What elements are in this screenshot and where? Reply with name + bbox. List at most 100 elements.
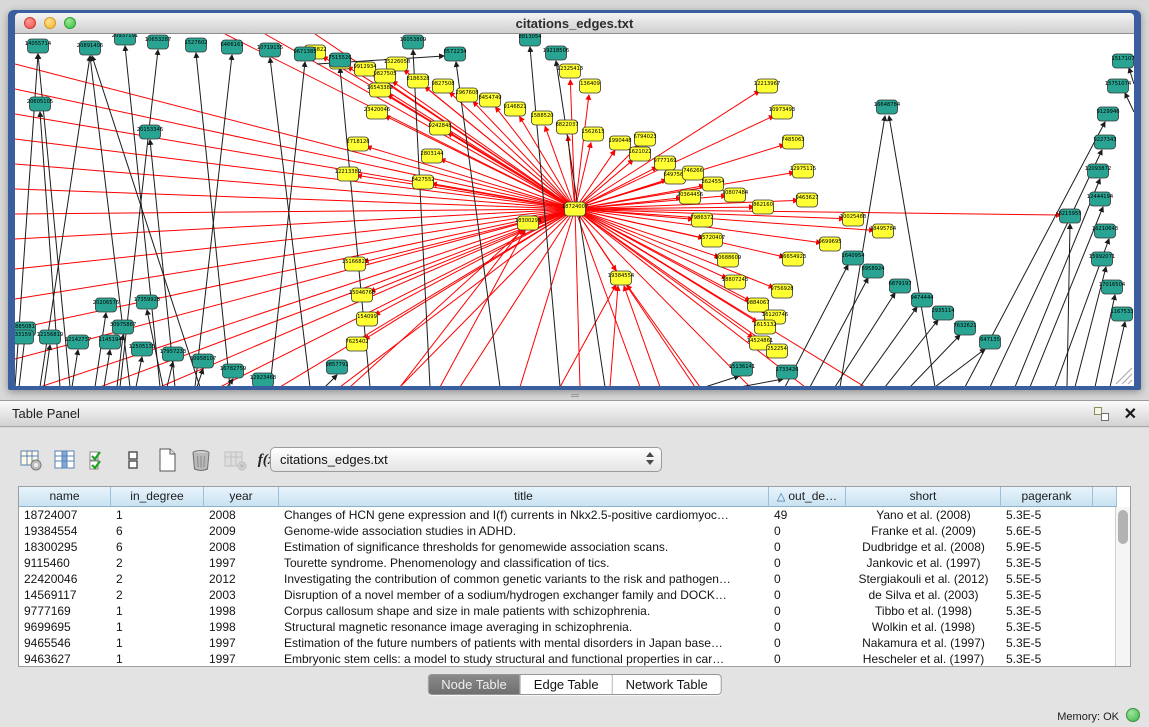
network-graph[interactable]: 1872400776638228860128991293415226058982…: [15, 34, 1134, 386]
vertical-scrollbar[interactable]: [1115, 507, 1130, 666]
table-row[interactable]: 977716911998Corpus callosum shape and si…: [19, 603, 1130, 619]
table-cell[interactable]: 1: [111, 603, 204, 619]
table-cell[interactable]: 1: [111, 651, 204, 667]
table-cell[interactable]: Jankovic et al. (1997): [846, 555, 1001, 571]
table-cell[interactable]: 0: [769, 619, 846, 635]
table-cell[interactable]: Wolkin et al. (1998): [846, 619, 1001, 635]
table-cell[interactable]: 5.5E-5: [1001, 571, 1093, 587]
column-header-in_degree[interactable]: in_degree: [111, 487, 204, 507]
column-header-name[interactable]: name: [19, 487, 111, 507]
table-cell[interactable]: 0: [769, 523, 846, 539]
select-rows-icon[interactable]: [84, 446, 114, 474]
table-cell[interactable]: [1093, 523, 1117, 539]
table-cell[interactable]: 2009: [204, 523, 279, 539]
table-cell[interactable]: 5.3E-5: [1001, 587, 1093, 603]
table-cell[interactable]: [1093, 651, 1117, 667]
table-cell[interactable]: Hescheler et al. (1997): [846, 651, 1001, 667]
row-height-icon[interactable]: [118, 446, 148, 474]
table-cell[interactable]: 2: [111, 587, 204, 603]
table-select-dropdown[interactable]: citations_edges.txt: [270, 447, 662, 472]
table-cell[interactable]: 5.3E-5: [1001, 635, 1093, 651]
table-row[interactable]: 1872400712008Changes of HCN gene express…: [19, 507, 1130, 523]
table-cell[interactable]: 0: [769, 587, 846, 603]
table-cell[interactable]: Embryonic stem cells: a model to study s…: [279, 651, 769, 667]
table-cell[interactable]: Yano et al. (2008): [846, 507, 1001, 523]
table-cell[interactable]: 1997: [204, 635, 279, 651]
table-cell[interactable]: 1: [111, 507, 204, 523]
zoom-window-button[interactable]: [64, 17, 76, 29]
table-cell[interactable]: 1998: [204, 603, 279, 619]
table-cell[interactable]: Corpus callosum shape and size in male p…: [279, 603, 769, 619]
table-cell[interactable]: Stergiakouli et al. (2012): [846, 571, 1001, 587]
table-cell[interactable]: Structural magnetic resonance image aver…: [279, 619, 769, 635]
table-cell[interactable]: 0: [769, 555, 846, 571]
column-header-filler[interactable]: [1093, 487, 1117, 507]
table-cell[interactable]: 18300295: [19, 539, 111, 555]
table-cell[interactable]: 0: [769, 603, 846, 619]
table-cell[interactable]: Dudbridge et al. (2008): [846, 539, 1001, 555]
tab-node-table[interactable]: Node Table: [428, 675, 520, 694]
tab-network-table[interactable]: Network Table: [612, 675, 721, 694]
delete-column-icon[interactable]: [186, 446, 216, 474]
float-panel-icon[interactable]: [1094, 407, 1109, 421]
table-cell[interactable]: 5.3E-5: [1001, 619, 1093, 635]
table-cell[interactable]: [1093, 619, 1117, 635]
table-cell[interactable]: 0: [769, 635, 846, 651]
table-cell[interactable]: de Silva et al. (2003): [846, 587, 1001, 603]
table-cell[interactable]: 5.3E-5: [1001, 603, 1093, 619]
table-cell[interactable]: Changes of HCN gene expression and I(f) …: [279, 507, 769, 523]
minimize-window-button[interactable]: [44, 17, 56, 29]
show-columns-icon[interactable]: [50, 446, 80, 474]
table-cell[interactable]: Genome-wide association studies in ADHD.: [279, 523, 769, 539]
table-cell[interactable]: 5.3E-5: [1001, 555, 1093, 571]
table-cell[interactable]: 9115460: [19, 555, 111, 571]
table-cell[interactable]: 19384554: [19, 523, 111, 539]
table-cell[interactable]: Estimation of the future numbers of pati…: [279, 635, 769, 651]
tab-edge-table[interactable]: Edge Table: [520, 675, 612, 694]
table-cell[interactable]: 2: [111, 555, 204, 571]
table-cell[interactable]: 0: [769, 651, 846, 667]
table-cell[interactable]: 9465546: [19, 635, 111, 651]
table-cell[interactable]: [1093, 603, 1117, 619]
table-cell[interactable]: Investigating the contribution of common…: [279, 571, 769, 587]
table-cell[interactable]: 9777169: [19, 603, 111, 619]
table-cell[interactable]: [1093, 571, 1117, 587]
table-cell[interactable]: 5.3E-5: [1001, 507, 1093, 523]
column-header-year[interactable]: year: [204, 487, 279, 507]
scrollbar-thumb[interactable]: [1118, 510, 1128, 544]
column-header-short[interactable]: short: [846, 487, 1001, 507]
table-cell[interactable]: 5.6E-5: [1001, 523, 1093, 539]
column-header-pagerank[interactable]: pagerank: [1001, 487, 1093, 507]
table-cell[interactable]: [1093, 587, 1117, 603]
table-cell[interactable]: Tourette syndrome. Phenomenology and cla…: [279, 555, 769, 571]
table-cell[interactable]: 5.9E-5: [1001, 539, 1093, 555]
table-cell[interactable]: 14569117: [19, 587, 111, 603]
table-row[interactable]: 2242004622012Investigating the contribut…: [19, 571, 1130, 587]
close-window-button[interactable]: [24, 17, 36, 29]
table-cell[interactable]: [1093, 539, 1117, 555]
table-cell[interactable]: 6: [111, 523, 204, 539]
split-divider-handle[interactable]: [571, 393, 579, 397]
table-row[interactable]: 1830029562008Estimation of significance …: [19, 539, 1130, 555]
table-cell[interactable]: 49: [769, 507, 846, 523]
table-cell[interactable]: Disruption of a novel member of a sodium…: [279, 587, 769, 603]
column-header-out_de…[interactable]: △out_de…: [769, 487, 846, 507]
table-cell[interactable]: 6: [111, 539, 204, 555]
table-cell[interactable]: 2: [111, 571, 204, 587]
new-column-icon[interactable]: [152, 446, 182, 474]
network-window-titlebar[interactable]: citations_edges.txt: [15, 13, 1134, 34]
table-row[interactable]: 1456911722003Disruption of a novel membe…: [19, 587, 1130, 603]
network-canvas[interactable]: 1872400776638228860128991293415226058982…: [15, 34, 1134, 386]
table-cell[interactable]: 2003: [204, 587, 279, 603]
table-cell[interactable]: [1093, 555, 1117, 571]
import-table-icon[interactable]: [220, 446, 250, 474]
table-cell[interactable]: 2012: [204, 571, 279, 587]
table-cell[interactable]: 1997: [204, 651, 279, 667]
close-panel-icon[interactable]: ✕: [1124, 404, 1137, 424]
table-cell[interactable]: [1093, 635, 1117, 651]
column-header-title[interactable]: title: [279, 487, 769, 507]
table-cell[interactable]: 1: [111, 635, 204, 651]
table-cell[interactable]: 18724007: [19, 507, 111, 523]
table-cell[interactable]: 22420046: [19, 571, 111, 587]
table-row[interactable]: 946362711997Embryonic stem cells: a mode…: [19, 651, 1130, 667]
